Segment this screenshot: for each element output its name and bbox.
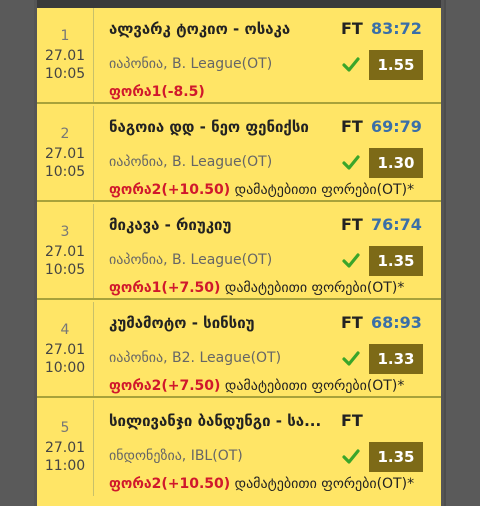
left-margin [0, 0, 34, 506]
panel-top-bar [37, 0, 441, 8]
match-time: 10:05 [44, 262, 86, 278]
match-date: 27.01 [44, 146, 86, 162]
match-teams: სილივანჯი ბანდუნგი - სა... [109, 412, 322, 430]
bet-selection: ფორა2(+10.50) [109, 182, 231, 198]
check-icon [342, 57, 360, 72]
bet-note: დამატებითი ფორები(OT)* [234, 476, 415, 492]
match-date: 27.01 [44, 48, 86, 64]
match-meta: 2 27.01 10:05 [37, 106, 94, 200]
bet-selection: ფორა2(+7.50) [109, 378, 221, 394]
bet-note: დამატებითი ფორები(OT)* [234, 182, 415, 198]
odds-badge: 1.30 [369, 148, 423, 178]
match-date: 27.01 [44, 244, 86, 260]
odds-badge: 1.55 [369, 50, 423, 80]
match-teams: მიკავა - რიუკიუ [109, 216, 232, 234]
match-league: ინდონეზია, IBL(OT) [109, 448, 243, 464]
bet-line: ფორა2(+7.50) დამატებითი ფორები(OT)* [109, 378, 404, 394]
match-row[interactable]: 5 27.01 11:00 სილივანჯი ბანდუნგი - სა...… [37, 400, 441, 496]
match-date: 27.01 [44, 342, 86, 358]
bet-slip-panel: 1 27.01 10:05 ალვარკ ტოკიო - ოსაკა FT 83… [34, 0, 444, 506]
match-index: 5 [60, 420, 70, 436]
match-time: 11:00 [44, 458, 86, 474]
match-score: 76:74 [371, 215, 422, 234]
match-status: FT [341, 411, 363, 430]
match-score: 69:79 [371, 117, 422, 136]
match-index: 2 [60, 126, 70, 142]
match-league: იაპონია, B2. League(OT) [109, 350, 282, 366]
match-league: იაპონია, B. League(OT) [109, 56, 273, 72]
check-icon [342, 155, 360, 170]
match-row[interactable]: 2 27.01 10:05 ნაგოია დდ - ნეო ფენიქსი FT… [37, 106, 441, 202]
match-teams: ალვარკ ტოკიო - ოსაკა [109, 20, 291, 38]
match-status: FT [341, 19, 363, 38]
odds-badge: 1.33 [369, 344, 423, 374]
bet-note: დამატებითი ფორები(OT)* [224, 280, 405, 296]
match-row[interactable]: 4 27.01 10:00 კუმამოტო - სინსიუ FT 68:93… [37, 302, 441, 398]
match-date: 27.01 [44, 440, 86, 456]
match-league: იაპონია, B. League(OT) [109, 154, 273, 170]
match-time: 10:00 [44, 360, 86, 376]
match-status: FT [341, 215, 363, 234]
match-teams: ნაგოია დდ - ნეო ფენიქსი [109, 118, 309, 136]
bet-line: ფორა2(+10.50) დამატებითი ფორები(OT)* [109, 182, 414, 198]
bet-selection: ფორა1(-8.5) [109, 84, 205, 100]
odds-badge: 1.35 [369, 246, 423, 276]
check-icon [342, 351, 360, 366]
match-index: 3 [60, 224, 70, 240]
match-meta: 4 27.01 10:00 [37, 302, 94, 396]
match-index: 1 [60, 28, 70, 44]
match-meta: 3 27.01 10:05 [37, 204, 94, 298]
bet-line: ფორა1(-8.5) [109, 84, 205, 100]
match-meta: 5 27.01 11:00 [37, 400, 94, 496]
bet-note: დამატებითი ფორები(OT)* [224, 378, 405, 394]
odds-badge: 1.35 [369, 442, 423, 472]
match-score: 68:93 [371, 313, 422, 332]
bet-selection: ფორა2(+10.50) [109, 476, 231, 492]
match-time: 10:05 [44, 66, 86, 82]
bet-line: ფორა2(+10.50) დამატებითი ფორები(OT)* [109, 476, 414, 492]
bet-selection: ფორა1(+7.50) [109, 280, 221, 296]
right-margin [446, 0, 480, 506]
match-teams: კუმამოტო - სინსიუ [109, 314, 255, 332]
match-status: FT [341, 313, 363, 332]
check-icon [342, 253, 360, 268]
check-icon [342, 449, 360, 464]
bet-line: ფორა1(+7.50) დამატებითი ფორები(OT)* [109, 280, 404, 296]
match-league: იაპონია, B. League(OT) [109, 252, 273, 268]
match-time: 10:05 [44, 164, 86, 180]
match-row[interactable]: 3 27.01 10:05 მიკავა - რიუკიუ FT 76:74 ი… [37, 204, 441, 300]
match-meta: 1 27.01 10:05 [37, 8, 94, 102]
match-score: 83:72 [371, 19, 422, 38]
match-status: FT [341, 117, 363, 136]
match-index: 4 [60, 322, 70, 338]
match-row[interactable]: 1 27.01 10:05 ალვარკ ტოკიო - ოსაკა FT 83… [37, 8, 441, 104]
